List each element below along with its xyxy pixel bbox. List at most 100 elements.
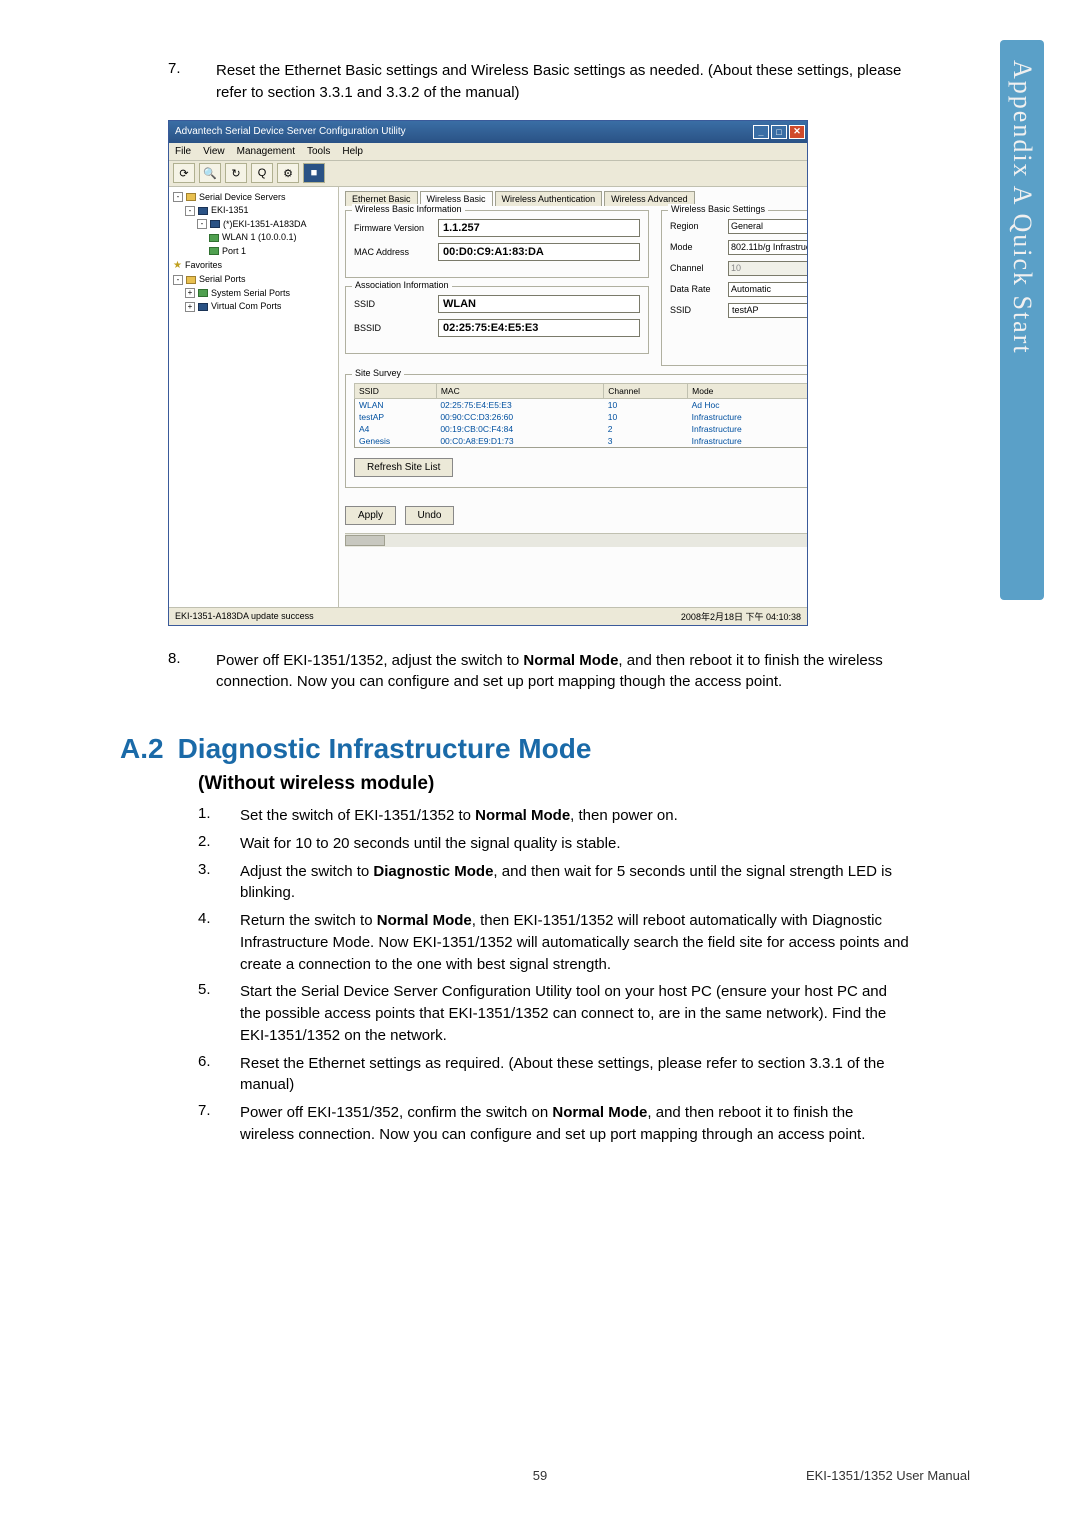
step-num: 4. (198, 910, 240, 975)
device-icon (198, 207, 208, 215)
legend-survey: Site Survey (352, 368, 404, 378)
table-cell: WLAN (355, 398, 437, 411)
mode-label: Mode (670, 242, 722, 252)
collapse-icon[interactable]: - (185, 206, 195, 216)
menu-management[interactable]: Management (237, 146, 295, 157)
rate-label: Data Rate (670, 284, 722, 294)
collapse-icon[interactable]: - (173, 192, 183, 202)
toolbar-btn-2[interactable]: 🔍 (199, 163, 221, 183)
table-cell: 02:25:75:E4:E5:E3 (436, 398, 603, 411)
list-item: 6. Reset the Ethernet settings as requir… (198, 1053, 910, 1097)
maximize-button[interactable]: □ (771, 125, 787, 139)
status-left: EKI-1351-A183DA update success (175, 611, 314, 621)
assoc-bssid-value: 02:25:75:E4:E5:E3 (438, 319, 640, 337)
collapse-icon[interactable]: - (197, 219, 207, 229)
device-icon (210, 220, 220, 228)
assoc-ssid-label: SSID (354, 299, 432, 309)
toolbar-btn-3[interactable]: ↻ (225, 163, 247, 183)
table-row[interactable]: WLAN02:25:75:E4:E5:E310Ad Hoc-100% (355, 398, 808, 411)
step-num: 6. (198, 1053, 240, 1097)
region-label: Region (670, 221, 722, 231)
fieldset-survey: Site Survey SSID MAC Channel Mode WEP Si… (345, 374, 807, 488)
undo-button[interactable]: Undo (405, 506, 455, 525)
section-number: A.2 (120, 733, 164, 764)
assoc-ssid-value: WLAN (438, 295, 640, 313)
tree-port[interactable]: Port 1 (171, 245, 336, 259)
toolbar-btn-5[interactable]: ⚙ (277, 163, 299, 183)
th-channel[interactable]: Channel (604, 383, 688, 398)
page-footer: 59 EKI-1351/1352 User Manual (0, 1468, 1080, 1483)
port-icon (209, 247, 219, 255)
expand-icon[interactable]: + (185, 302, 195, 312)
list-item: 4. Return the switch to Normal Mode, the… (198, 910, 910, 975)
tab-wireless-auth[interactable]: Wireless Authentication (495, 191, 603, 206)
window-controls: _ □ ✕ (753, 125, 805, 139)
site-table[interactable]: SSID MAC Channel Mode WEP Signal WLAN02:… (354, 383, 807, 448)
step-text: Power off EKI-1351/1352, adjust the swit… (216, 650, 910, 694)
star-icon: ★ (173, 258, 182, 273)
page-number: 59 (533, 1468, 547, 1483)
step-text: Start the Serial Device Server Configura… (240, 981, 910, 1046)
tree-system-serial[interactable]: +System Serial Ports (171, 287, 336, 301)
device-tree[interactable]: -Serial Device Servers -EKI-1351 -(*)EKI… (169, 187, 339, 607)
table-cell: 10 (604, 398, 688, 411)
table-cell: 00:19:CB:0C:F4:84 (436, 423, 603, 435)
wbs-ssid-input[interactable] (728, 303, 807, 318)
section-heading: A.2Diagnostic Infrastructure Mode (120, 733, 910, 765)
step-text: Return the switch to Normal Mode, then E… (240, 910, 910, 975)
table-row[interactable]: A400:19:CB:0C:F4:842InfrastructureEnable… (355, 423, 808, 435)
footer-right: EKI-1351/1352 User Manual (806, 1468, 970, 1483)
menu-help[interactable]: Help (342, 146, 363, 157)
scrollbar-thumb[interactable] (345, 535, 385, 546)
expand-icon[interactable]: + (185, 288, 195, 298)
legend-wbi: Wireless Basic Information (352, 204, 465, 214)
toolbar-btn-6[interactable]: ■ (303, 163, 325, 183)
tree-wlan[interactable]: WLAN 1 (10.0.0.1) (171, 231, 336, 245)
channel-label: Channel (670, 263, 722, 273)
table-cell: 2 (604, 423, 688, 435)
step-7: 7. Reset the Ethernet Basic settings and… (168, 60, 910, 104)
menu-view[interactable]: View (203, 146, 225, 157)
app-screenshot: Advantech Serial Device Server Configura… (168, 120, 910, 626)
step-text: Power off EKI-1351/352, confirm the swit… (240, 1102, 910, 1146)
th-mode[interactable]: Mode (688, 383, 807, 398)
channel-dropdown: 10▼ (728, 261, 807, 276)
tree-model[interactable]: -EKI-1351 (171, 204, 336, 218)
refresh-site-button[interactable]: Refresh Site List (354, 458, 453, 477)
region-dropdown[interactable]: General▼ (728, 219, 807, 234)
close-button[interactable]: ✕ (789, 125, 805, 139)
tree-virtual-com[interactable]: +Virtual Com Ports (171, 300, 336, 314)
apply-button[interactable]: Apply (345, 506, 396, 525)
wlan-icon (209, 234, 219, 242)
table-row[interactable]: Genesis00:C0:A8:E9:D1:733Infrastructure-… (355, 435, 808, 448)
rate-dropdown[interactable]: Automatic▼ (728, 282, 807, 297)
toolbar-btn-1[interactable]: ⟳ (173, 163, 195, 183)
wbs-ssid-label: SSID (670, 305, 722, 315)
step-text: Set the switch of EKI-1351/1352 to Norma… (240, 805, 678, 827)
mode-dropdown[interactable]: 802.11b/g Infrastructure▼ (728, 240, 807, 255)
folder-icon (186, 193, 196, 201)
app-body: -Serial Device Servers -EKI-1351 -(*)EKI… (169, 187, 807, 607)
right-pane: Ethernet Basic Wireless Basic Wireless A… (339, 187, 807, 607)
step-num: 5. (198, 981, 240, 1046)
minimize-button[interactable]: _ (753, 125, 769, 139)
tree-root[interactable]: -Serial Device Servers (171, 191, 336, 205)
th-mac[interactable]: MAC (436, 383, 603, 398)
toolbar-btn-4[interactable]: Q (251, 163, 273, 183)
table-cell: 10 (604, 411, 688, 423)
list-item: 2. Wait for 10 to 20 seconds until the s… (198, 833, 910, 855)
tree-serial-ports[interactable]: -Serial Ports (171, 273, 336, 287)
titlebar: Advantech Serial Device Server Configura… (169, 121, 807, 143)
horizontal-scrollbar[interactable]: ▶ (345, 533, 807, 547)
tree-favorites[interactable]: ★Favorites (171, 258, 336, 273)
table-cell: Infrastructure (688, 411, 807, 423)
fieldset-assoc: Association Information SSID WLAN BSSID … (345, 286, 649, 354)
collapse-icon[interactable]: - (173, 275, 183, 285)
tree-device[interactable]: -(*)EKI-1351-A183DA (171, 218, 336, 232)
menu-file[interactable]: File (175, 146, 191, 157)
assoc-bssid-label: BSSID (354, 323, 432, 333)
list-item: 7. Power off EKI-1351/352, confirm the s… (198, 1102, 910, 1146)
table-row[interactable]: testAP00:90:CC:D3:26:6010Infrastructure-… (355, 411, 808, 423)
th-ssid[interactable]: SSID (355, 383, 437, 398)
menu-tools[interactable]: Tools (307, 146, 330, 157)
